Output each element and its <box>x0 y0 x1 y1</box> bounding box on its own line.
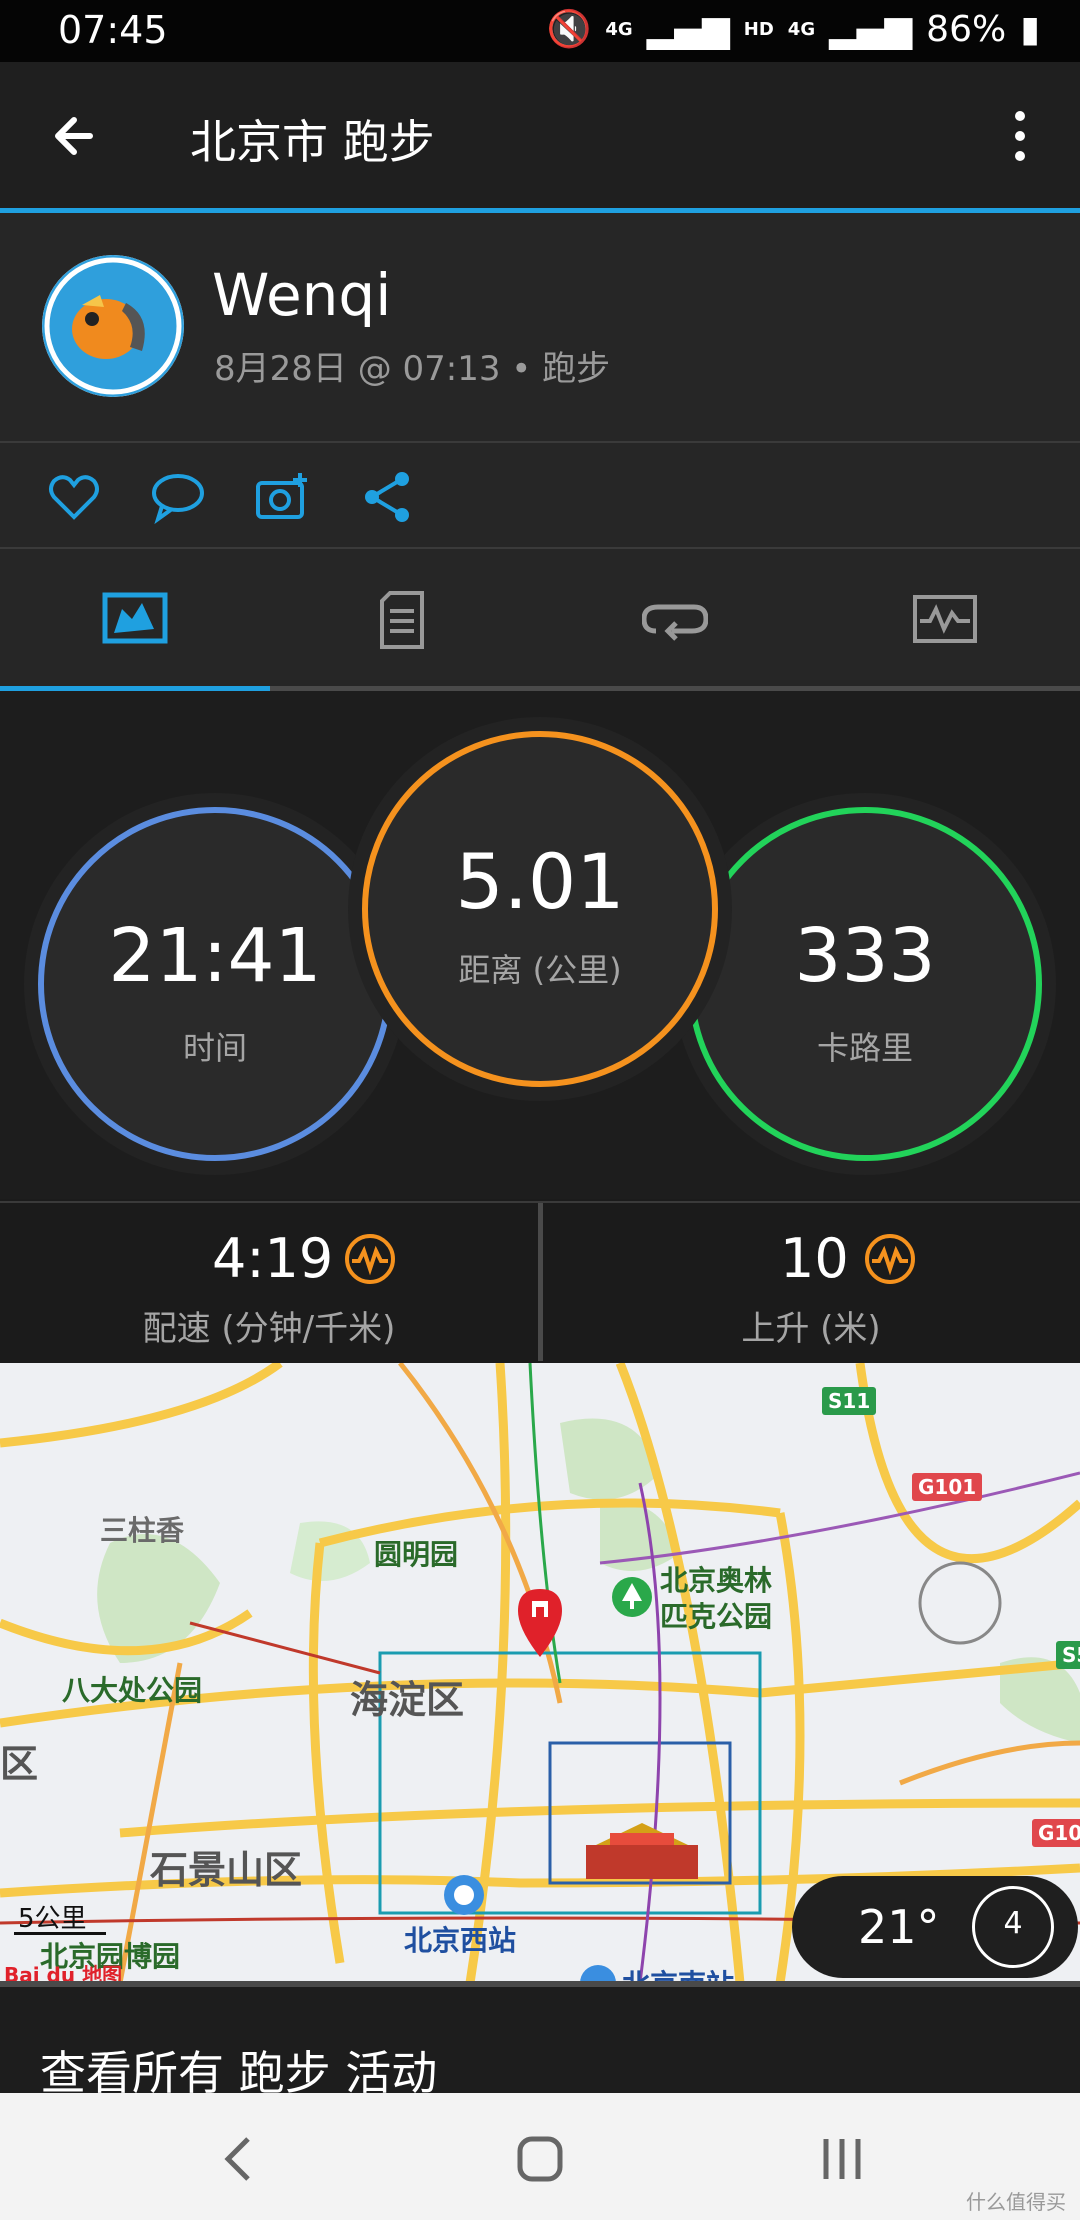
map-scale-bar <box>14 1932 106 1935</box>
map-label-badachu: 八大处公园 <box>62 1674 203 1707</box>
comment-icon[interactable] <box>150 469 206 525</box>
summary-stats: 21:41 时间 333 卡路里 5.01 距离 (公里) <box>0 691 1080 1199</box>
ascent-label: 上升 (米) <box>741 1309 881 1349</box>
tab-laps-icon[interactable] <box>642 589 708 651</box>
map-label-beijing-south: 北京南站 <box>622 1963 734 1983</box>
map-label-beijing-west: 北京西站 <box>404 1924 517 1957</box>
metric-divider <box>538 1203 543 1361</box>
tab-overview-map-icon[interactable] <box>102 589 168 651</box>
map-scale-label: 5公里 <box>18 1904 87 1934</box>
signal-icon-2: ▂▄▆ <box>829 8 913 50</box>
watermark-text: 什么值得买 <box>966 2190 1066 2214</box>
network-type-2: 4G <box>787 18 816 40</box>
pace-metric[interactable]: 4:19 配速 (分钟/千米) <box>0 1203 538 1363</box>
map-label-shijingshan: 石景山区 <box>150 1848 303 1892</box>
ascent-metric[interactable]: 10 上升 (米) <box>542 1203 1080 1363</box>
tab-details-icon[interactable] <box>374 589 440 651</box>
status-icons: 🔇 4G ▂▄▆ HD 4G ▂▄▆ 86% ▮ <box>546 8 1040 51</box>
calories-ring[interactable]: 333 卡路里 <box>688 807 1042 1161</box>
map-label-district-edge: 区 <box>0 1742 39 1786</box>
time-value: 21:41 <box>108 913 322 999</box>
tab-charts-icon[interactable] <box>912 589 978 651</box>
status-time: 07:45 <box>58 8 168 52</box>
user-name[interactable]: Wenqi <box>212 261 391 329</box>
activity-profile-header: Wenqi 8月28日 @ 07:13 • 跑步 <box>0 213 1080 443</box>
add-photo-icon[interactable] <box>254 469 310 525</box>
app-bar: 北京市 跑步 <box>0 62 1080 210</box>
mute-icon: 🔇 <box>546 9 592 50</box>
calories-label: 卡路里 <box>816 1029 913 1067</box>
road-shield-s11: S11 <box>822 1387 877 1415</box>
system-nav-bar <box>0 2093 1080 2220</box>
pace-value: 4:19 <box>212 1227 334 1290</box>
battery-percent: 86% <box>926 8 1007 50</box>
activity-tabs <box>0 549 1080 691</box>
map-label-sanzhuxiang: 三柱香 <box>100 1514 185 1547</box>
nav-back-icon[interactable] <box>210 2129 270 2189</box>
time-ring[interactable]: 21:41 时间 <box>38 807 392 1161</box>
map-label-haidian: 海淀区 <box>350 1678 465 1722</box>
more-options-icon[interactable] <box>1000 106 1040 166</box>
distance-value: 5.01 <box>455 837 625 926</box>
view-all-section: 查看所有 跑步 活动 <box>0 1987 1080 2100</box>
nav-recents-icon[interactable] <box>812 2129 872 2189</box>
time-label: 时间 <box>182 1029 247 1067</box>
distance-label: 距离 (公里) <box>458 951 622 989</box>
back-arrow-icon[interactable] <box>50 106 110 166</box>
avatar[interactable] <box>42 255 184 397</box>
road-shield-g101: G101 <box>912 1473 983 1501</box>
pace-label: 配速 (分钟/千米) <box>142 1309 396 1349</box>
signal-icon: ▂▄▆ <box>646 8 730 50</box>
like-heart-icon[interactable] <box>46 469 102 525</box>
page-title: 北京市 跑步 <box>190 115 435 169</box>
road-shield-s5: S5 <box>1056 1641 1080 1669</box>
pace-badge-icon <box>345 1234 395 1284</box>
nav-home-icon[interactable] <box>510 2129 570 2189</box>
map-provider-logo: Bai du 地图 <box>4 1963 123 1983</box>
weather-temperature: 21° <box>858 1900 940 1954</box>
activity-meta: 8月28日 @ 07:13 • 跑步 <box>214 349 611 389</box>
map-label-olympic-2: 匹克公园 <box>660 1600 773 1633</box>
hd-badge: HD <box>743 18 774 40</box>
road-shield-g102: G102 <box>1032 1819 1080 1847</box>
railway-station-icon <box>444 1875 484 1915</box>
map-label-yuanmingyuan: 圆明园 <box>374 1538 459 1571</box>
distance-ring[interactable]: 5.01 距离 (公里) <box>362 731 718 1087</box>
share-icon[interactable] <box>360 469 416 525</box>
status-bar: 07:45 🔇 4G ▂▄▆ HD 4G ▂▄▆ 86% ▮ <box>0 0 1080 62</box>
calories-value: 333 <box>794 913 936 999</box>
ascent-value: 10 <box>780 1227 849 1290</box>
action-bar <box>0 443 1080 549</box>
battery-icon: ▮ <box>1020 8 1040 50</box>
map-label-olympic-1: 北京奥林 <box>660 1564 773 1597</box>
weather-pill[interactable]: 21° 4 <box>792 1876 1078 1978</box>
ascent-badge-icon <box>865 1234 915 1284</box>
wind-speed: 4 <box>1003 1906 1023 1941</box>
park-icon <box>612 1577 652 1617</box>
network-type-1: 4G <box>605 18 633 40</box>
